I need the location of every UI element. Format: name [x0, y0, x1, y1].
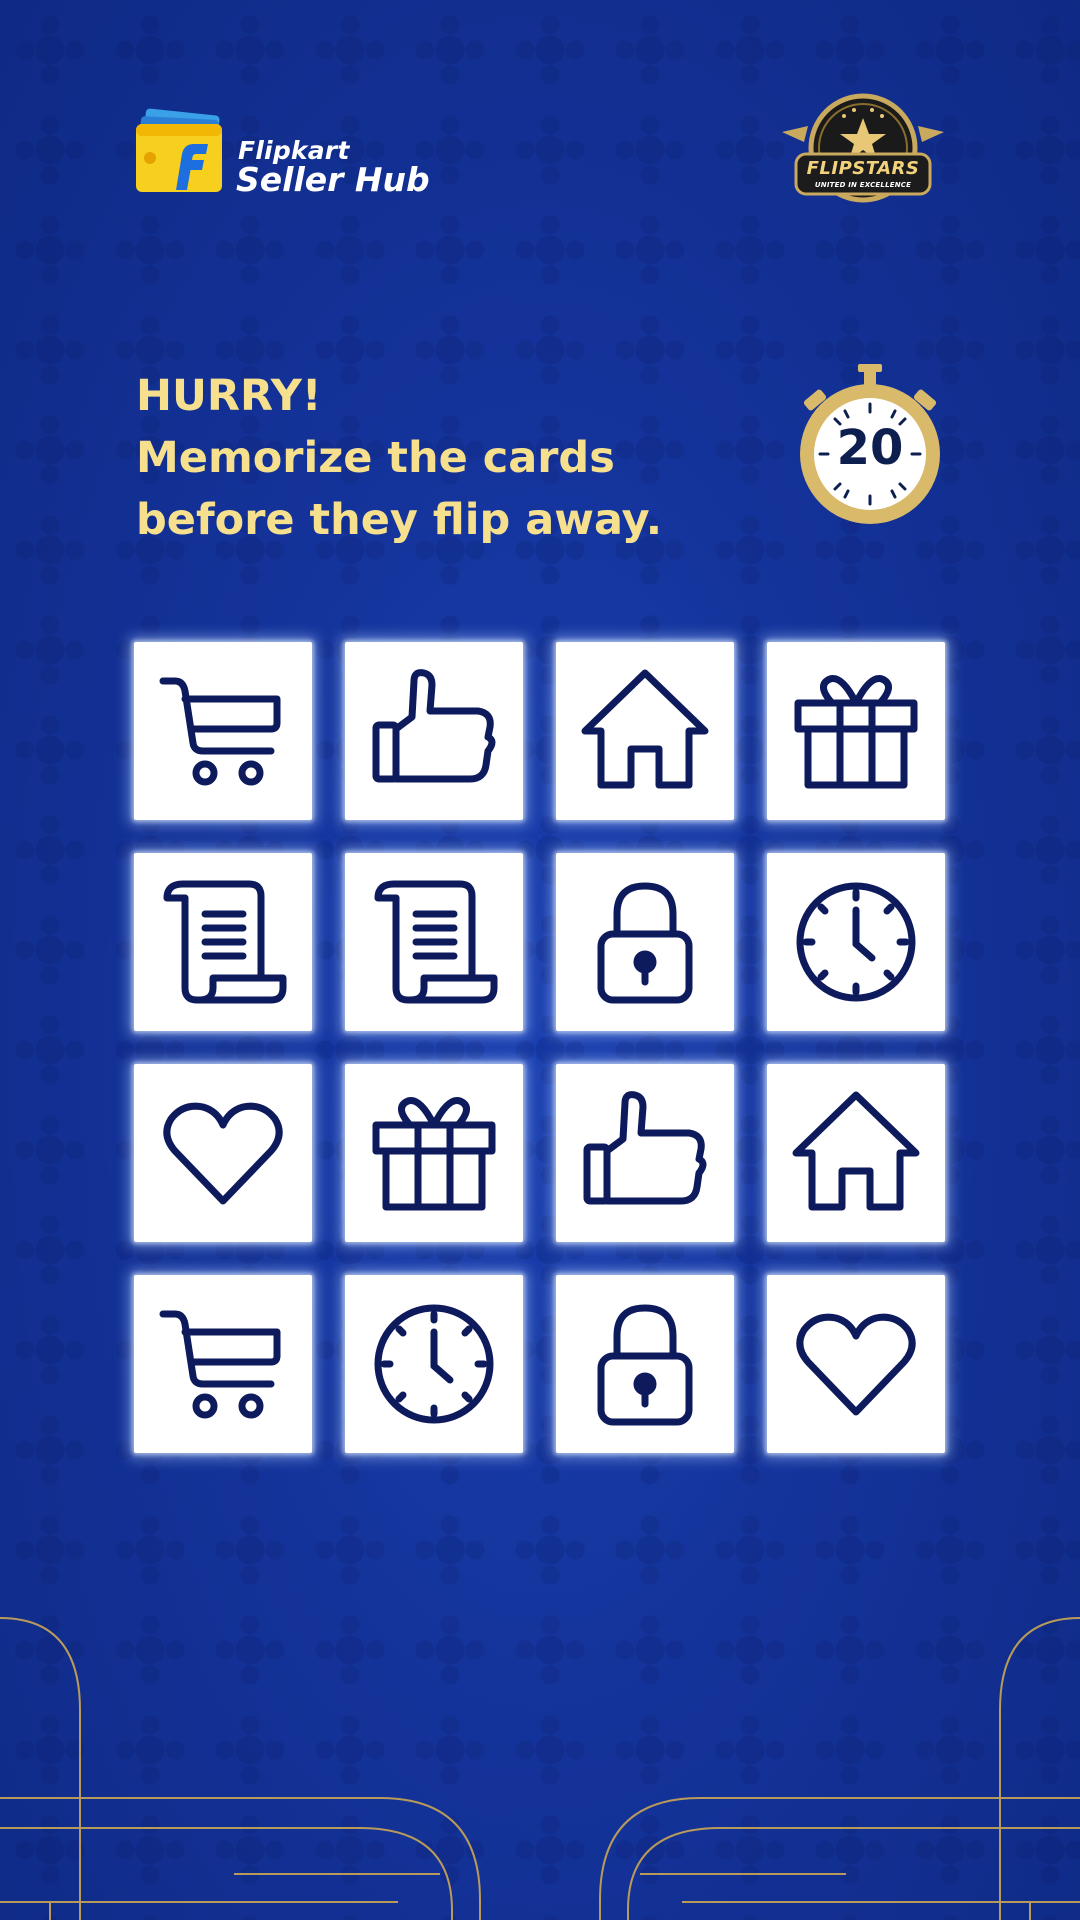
memory-card[interactable]: [345, 1064, 523, 1242]
heart-icon: [163, 1102, 283, 1205]
thumbs-up-icon: [583, 1091, 707, 1205]
header: Flipkart Seller Hub FLIPSTARS UNITED IN …: [0, 0, 1080, 240]
memory-card[interactable]: [134, 1275, 312, 1453]
memory-card[interactable]: [767, 642, 945, 820]
memory-card[interactable]: [556, 642, 734, 820]
scroll-icon: [163, 880, 287, 1004]
wallet-f-icon: [136, 108, 222, 192]
lock-icon: [597, 1304, 693, 1426]
memory-card[interactable]: [767, 1064, 945, 1242]
cart-icon: [159, 677, 281, 786]
instructions: HURRY! Memorize the cards before they fl…: [136, 365, 696, 551]
cart-icon: [159, 1310, 281, 1419]
gift-icon: [372, 1097, 496, 1211]
memory-card[interactable]: [556, 1275, 734, 1453]
timer-value: 20: [836, 420, 904, 476]
memory-card[interactable]: [345, 642, 523, 820]
gift-icon: [794, 675, 918, 789]
home-icon: [581, 669, 709, 789]
star-crest-icon: [782, 93, 944, 203]
memory-card[interactable]: [556, 853, 734, 1031]
memory-card[interactable]: [134, 853, 312, 1031]
decorative-gold-arches: [0, 1617, 1080, 1920]
thumbs-up-icon: [372, 669, 496, 783]
memory-card-grid: [134, 642, 946, 1454]
home-icon: [792, 1091, 920, 1211]
instruction-line: Memorize the cards: [136, 433, 615, 483]
memory-card[interactable]: [134, 1064, 312, 1242]
heart-icon: [796, 1313, 916, 1416]
badge-title: FLIPSTARS: [806, 158, 920, 179]
badge-subtitle: UNITED IN EXCELLENCE: [814, 181, 912, 189]
memory-card[interactable]: [345, 853, 523, 1031]
flipkart-seller-hub-logo: Flipkart Seller Hub: [136, 108, 436, 199]
memory-card[interactable]: [134, 642, 312, 820]
clock-icon: [374, 1304, 494, 1424]
memory-card[interactable]: [767, 1275, 945, 1453]
scroll-icon: [374, 880, 498, 1004]
logo-product-text: Seller Hub: [236, 160, 430, 199]
lock-icon: [597, 882, 693, 1004]
instruction-line: before they flip away.: [136, 495, 663, 545]
flipstars-badge: FLIPSTARS UNITED IN EXCELLENCE: [778, 92, 948, 210]
clock-icon: [796, 882, 916, 1002]
memory-card[interactable]: [345, 1275, 523, 1453]
instruction-headline: HURRY!: [136, 371, 322, 421]
memory-card[interactable]: [767, 853, 945, 1031]
memory-card[interactable]: [556, 1064, 734, 1242]
countdown-timer: 20: [796, 360, 944, 530]
